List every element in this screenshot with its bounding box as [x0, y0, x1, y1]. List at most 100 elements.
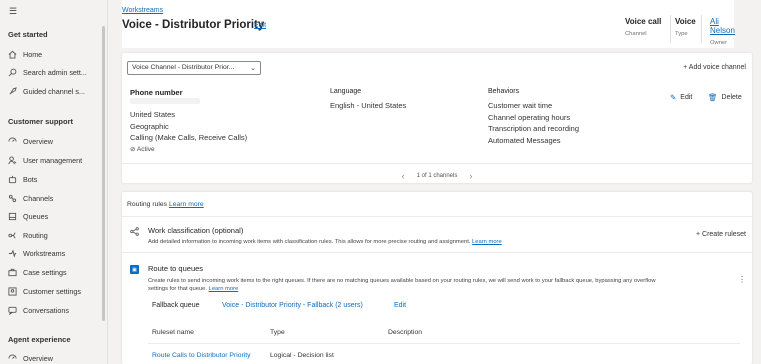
redacted-phone-number	[130, 98, 200, 104]
sidebar-item-guided-channel[interactable]: Guided channel s...	[8, 87, 85, 96]
routing-icon	[8, 231, 17, 240]
add-voice-channel-button[interactable]: + Add voice channel	[683, 64, 746, 71]
status-text: Active	[136, 145, 155, 153]
edit-channel-button[interactable]: ✎ Edit	[670, 93, 692, 102]
create-ruleset-label: Create ruleset	[702, 231, 746, 238]
sidebar-item-overview[interactable]: Overview	[8, 137, 53, 146]
home-icon	[8, 50, 17, 59]
phone-type: Geographic	[130, 121, 169, 131]
users-icon	[8, 156, 17, 165]
type-label: Type	[675, 31, 688, 37]
bot-icon	[8, 175, 17, 184]
fallback-queue-link[interactable]: Voice - Distributor Priority - Fallback …	[222, 302, 363, 309]
desc-line-2: settings for that queue. Learn more	[148, 285, 718, 293]
conversation-icon	[8, 306, 17, 315]
column-header-type[interactable]: Type	[270, 329, 285, 336]
status-badge: ⊘ Active	[130, 144, 247, 156]
sidebar-item-label: Queues	[23, 212, 49, 221]
dropdown-value: Voice Channel - Distributor Prior...	[132, 64, 235, 71]
fallback-queue-label: Fallback queue	[152, 302, 200, 309]
sidebar-item-case-settings[interactable]: Case settings	[8, 268, 67, 277]
sidebar-item-label: Guided channel s...	[23, 87, 85, 96]
channel-pager: ‹ 1 of 1 channels ›	[122, 163, 752, 183]
plus-icon: +	[683, 64, 688, 71]
share-icon	[130, 227, 139, 236]
search-icon	[8, 68, 17, 77]
workstreams-icon	[8, 249, 17, 258]
sidebar-item-label: Home	[23, 50, 43, 59]
type-value: Voice	[675, 17, 696, 26]
owner-link[interactable]: Ali Nelson	[710, 17, 735, 35]
add-voice-channel-label: Add voice channel	[688, 64, 746, 71]
sidebar-item-label: Conversations	[23, 306, 69, 315]
delete-label: Delete	[721, 94, 742, 101]
sidebar-item-home[interactable]: Home	[8, 50, 42, 59]
behavior-item: Customer wait time	[488, 101, 553, 110]
ruleset-type: Logical - Decision list	[270, 352, 334, 359]
learn-more-link[interactable]: Learn more	[472, 239, 502, 245]
sidebar-item-search-admin[interactable]: Search admin sett...	[8, 68, 87, 77]
hamburger-menu-icon[interactable]: ☰	[9, 6, 17, 17]
sidebar-item-channels[interactable]: Channels	[8, 194, 53, 203]
phone-capability: Calling (Make Calls, Receive Calls)	[130, 133, 248, 142]
learn-more-link[interactable]: Learn more	[209, 286, 239, 292]
sidebar-item-workstreams[interactable]: Workstreams	[8, 249, 65, 258]
edit-title-link[interactable]: Edit	[254, 22, 266, 29]
chevron-right-icon[interactable]: ›	[469, 171, 472, 181]
routing-rules-card: Routing rules Learn more Work classifica…	[122, 192, 752, 364]
language-heading: Language	[330, 88, 362, 95]
chevron-left-icon[interactable]: ‹	[402, 171, 405, 181]
sidebar-scrollbar[interactable]	[102, 26, 105, 321]
routing-rules-title: Routing rules	[127, 201, 168, 208]
sidebar-section-title: Get started	[8, 30, 48, 39]
owner-label: Owner	[710, 40, 728, 46]
sidebar-item-agent-overview[interactable]: Overview	[8, 354, 53, 363]
page-header: Workstreams Voice - Distributor Priority…	[122, 0, 735, 48]
learn-more-link[interactable]: Learn more	[169, 201, 204, 208]
route-to-queues-desc: Create rules to send incoming work items…	[148, 277, 718, 293]
create-ruleset-button[interactable]: + Create ruleset	[696, 231, 746, 238]
column-header-description[interactable]: Description	[388, 329, 422, 336]
behaviors-heading: Behaviors	[488, 88, 520, 95]
sidebar-item-queues[interactable]: Queues	[8, 212, 48, 221]
sidebar-section-title: Agent experience	[8, 335, 71, 344]
owner-field: Ali Nelson Owner	[710, 17, 735, 46]
work-classification-title: Work classification (optional)	[148, 226, 244, 235]
divider	[701, 15, 702, 43]
ruleset-name-link[interactable]: Route Calls to Distributor Priority	[152, 352, 251, 359]
queue-icon	[8, 212, 17, 221]
sidebar-item-label: Case settings	[23, 268, 67, 277]
check-circle-icon: ⊘	[130, 145, 136, 153]
edit-label: Edit	[680, 94, 693, 101]
sidebar-item-user-management[interactable]: User management	[8, 156, 82, 165]
sidebar-item-customer-settings[interactable]: Customer settings	[8, 287, 81, 296]
sidebar-item-label: User management	[23, 156, 83, 165]
language-value: English - United States	[330, 101, 407, 110]
sidebar-item-label: Search admin sett...	[23, 68, 87, 77]
voice-channel-dropdown[interactable]: Voice Channel - Distributor Prior... ⌄	[127, 61, 261, 75]
sidebar-item-routing[interactable]: Routing	[8, 231, 48, 240]
breadcrumb[interactable]: Workstreams	[122, 7, 163, 14]
more-options-icon[interactable]: ⋮	[738, 275, 746, 284]
sidebar-item-label: Bots	[23, 175, 38, 184]
delete-channel-button[interactable]: 🗑 Delete	[708, 93, 742, 102]
work-classification-row: Work classification (optional) Add detai…	[122, 216, 752, 252]
pager-text: 1 of 1 channels	[416, 172, 458, 179]
sidebar-item-label: Overview	[23, 354, 53, 363]
routing-rules-heading: Routing rules Learn more	[127, 201, 204, 208]
column-header-ruleset-name[interactable]: Ruleset name	[152, 329, 194, 336]
phone-number-heading: Phone number	[130, 88, 183, 97]
channel-card: Voice Channel - Distributor Prior... ⌄ +…	[122, 53, 752, 183]
edit-fallback-link[interactable]: Edit	[394, 302, 406, 309]
chevron-down-icon: ⌄	[250, 65, 256, 72]
plus-icon: +	[695, 231, 701, 238]
sidebar-item-conversations[interactable]: Conversations	[8, 306, 69, 315]
queue-route-icon: ▣	[130, 265, 139, 274]
sidebar-item-label: Customer settings	[23, 287, 81, 296]
channel-value: Voice call	[625, 17, 662, 26]
sidebar-item-bots[interactable]: Bots	[8, 175, 37, 184]
customer-icon	[8, 287, 17, 296]
main-content: Workstreams Voice - Distributor Priority…	[108, 0, 761, 364]
rocket-icon	[8, 87, 17, 96]
divider	[670, 15, 671, 43]
